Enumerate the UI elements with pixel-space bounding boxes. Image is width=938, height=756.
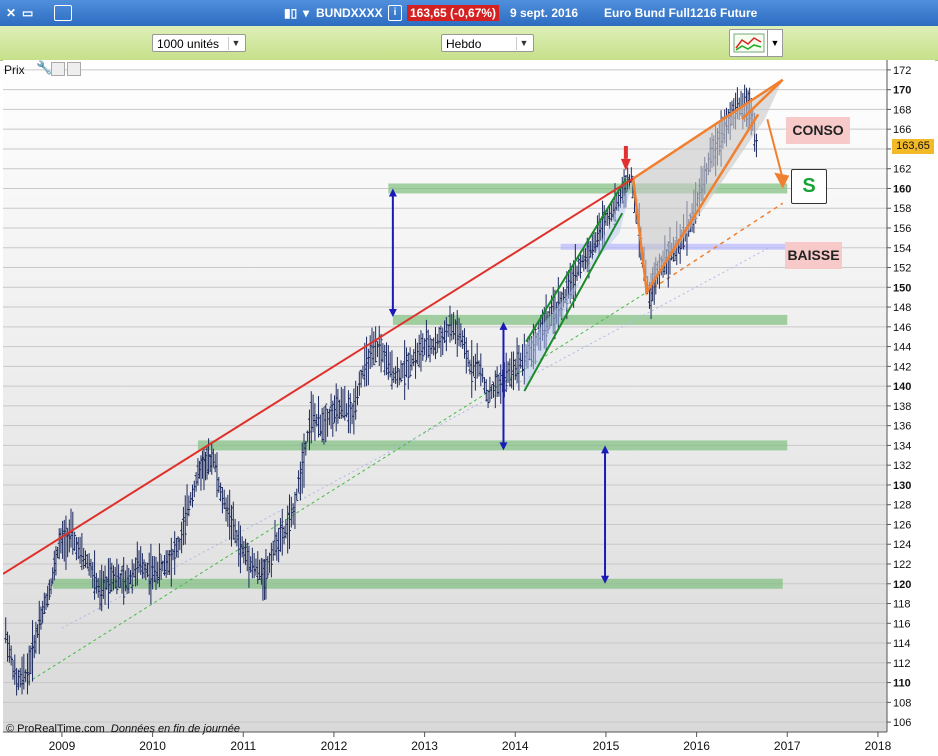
y-tick-label: 134 [893, 440, 911, 452]
keyboard-icon[interactable] [54, 5, 72, 21]
chart-area: 106 108 110 112 114 116 118 120 122 124 126 128 130 1… [2, 60, 935, 756]
chevron-down-icon[interactable]: ▼ [767, 29, 783, 57]
y-tick-label: 132 [893, 460, 911, 472]
y-tick-label: 118 [893, 599, 911, 611]
y-tick-label: 150 [893, 282, 911, 294]
date-title: 9 sept. 2016 [510, 6, 579, 20]
close-icon[interactable]: ✕ [6, 6, 16, 20]
pane-label: Prix [4, 63, 25, 77]
indicator-chart-icon [733, 33, 765, 53]
x-tick-label: 2015 [593, 739, 620, 753]
y-tick-label: 120 [893, 579, 911, 591]
footer-source: © ProRealTime.com [6, 723, 105, 735]
symbol-dropdown-icon[interactable]: ▾ [303, 6, 309, 20]
red-arrow-stem [623, 145, 628, 159]
wrench-icon[interactable]: 🔧 [36, 61, 52, 74]
plot-background [3, 60, 887, 732]
y-tick-label: 130 [893, 480, 911, 492]
minimize-icon[interactable]: ▭ [22, 6, 33, 20]
toolbar: 1000 unités ▼ Hebdo ▼ ▼ [0, 26, 938, 61]
x-tick-label: 2012 [321, 739, 348, 753]
x-tick-label: 2009 [49, 739, 76, 753]
y-tick-label: 122 [893, 559, 911, 571]
y-tick-label: 160 [893, 183, 911, 195]
period-select-value: Hebdo [446, 37, 482, 51]
chevron-down-icon: ▼ [228, 37, 243, 50]
price-change-badge: 163,65 (-0,67%) [407, 5, 500, 21]
y-tick-label: 108 [893, 697, 911, 709]
y-tick-label: 152 [893, 263, 911, 275]
y-tick-label: 170 [893, 85, 911, 97]
y-tick-label: 144 [893, 342, 911, 354]
y-tick-label: 138 [893, 401, 911, 413]
indicators-button[interactable] [729, 29, 769, 57]
y-tick-label: 106 [893, 717, 911, 729]
x-tick-label: 2016 [683, 739, 710, 753]
s-signal-label: S [791, 169, 827, 204]
units-select[interactable]: 1000 unités ▼ [152, 34, 246, 52]
y-tick-label: 114 [893, 638, 911, 650]
y-tick-label: 124 [893, 539, 911, 551]
y-tick-label: 128 [893, 500, 911, 512]
x-tick-label: 2010 [139, 739, 166, 753]
price-chart[interactable]: 106 108 110 112 114 116 118 120 122 124 126 128 130 1… [2, 60, 935, 756]
resistance-zone-160 [388, 183, 788, 194]
symbol-name[interactable]: BUNDXXXX [316, 6, 383, 20]
app-window: { "window": { "symbol": "BUNDXXXX", "las… [0, 0, 938, 756]
y-tick-label: 148 [893, 302, 911, 314]
y-tick-label: 116 [893, 618, 911, 630]
y-tick-label: 140 [893, 381, 911, 393]
zone-120 [52, 578, 783, 589]
conso-label: CONSO [786, 117, 850, 144]
x-tick-label: 2018 [865, 739, 892, 753]
x-tick-label: 2017 [774, 739, 801, 753]
y-tick-label: 110 [893, 678, 911, 690]
units-select-value: 1000 unités [157, 37, 220, 51]
info-icon[interactable]: i [388, 5, 402, 21]
y-tick-label: 154 [893, 243, 911, 255]
y-tick-label: 166 [893, 124, 911, 136]
chart-type-icon[interactable]: ▮▯ [284, 6, 297, 20]
last-price-tag: 163,65 [892, 139, 934, 154]
instrument-name: Euro Bund Full1216 Future [604, 6, 758, 20]
x-tick-label: 2011 [230, 739, 256, 753]
plus-icon[interactable] [51, 62, 65, 76]
y-tick-label: 172 [893, 65, 911, 77]
zone-134 [197, 440, 788, 451]
y-tick-label: 146 [893, 322, 911, 334]
y-tick-label: 162 [893, 164, 911, 176]
settings-icon[interactable] [67, 62, 81, 76]
x-tick-label: 2014 [502, 739, 529, 753]
title-bar: ✕ ▭ ▮▯ ▾ BUNDXXXX i 163,65 (-0,67%) 9 se… [0, 0, 938, 26]
baisse-label: BAISSE [785, 242, 842, 269]
y-tick-label: 142 [893, 361, 911, 373]
y-tick-label: 156 [893, 223, 911, 235]
y-tick-label: 158 [893, 203, 911, 215]
chevron-down-icon: ▼ [516, 37, 531, 50]
y-tick-label: 136 [893, 421, 911, 433]
y-tick-label: 112 [893, 658, 911, 670]
x-tick-label: 2013 [411, 739, 438, 753]
footer: © ProRealTime.com Données en fin de jour… [6, 723, 240, 735]
y-tick-label: 126 [893, 519, 911, 531]
y-tick-label: 168 [893, 104, 911, 116]
footer-note: Données en fin de journée [110, 723, 240, 735]
period-select[interactable]: Hebdo ▼ [441, 34, 534, 52]
